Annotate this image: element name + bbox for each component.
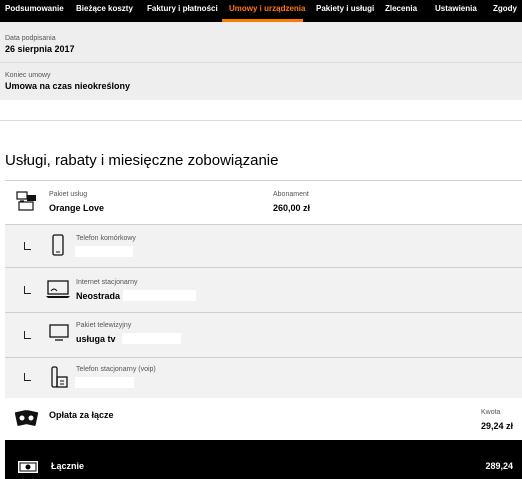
tree-connector [24,373,31,381]
nav-item-pakiety[interactable]: Pakiety i usługi [316,0,374,22]
section-divider [0,120,522,121]
contract-end-value: Umowa na czas nieokreślony [5,81,131,91]
nav-item-biezace-koszty[interactable]: Bieżące koszty [76,0,133,22]
tv-monitor-icon [16,191,36,211]
tree-connector [24,286,31,294]
tree-connector [24,331,31,339]
service-row-tv: Pakiet telewizyjny usługa tv [5,312,522,357]
nav-item-zlecenia[interactable]: Zlecenia [385,0,417,22]
total-bar: Łącznie 289,24 [5,440,522,479]
tv-value: usługa tv [76,334,116,344]
total-value: 289,24 [485,461,513,471]
amount-label: Kwota [481,409,501,416]
contract-end-label: Koniec umowy [5,72,51,79]
service-row-mobile: Telefon komórkowy [5,224,522,267]
main-navigation: Podsumowanie Bieżące koszty Faktury i pł… [0,0,522,22]
tv-icon [49,324,69,341]
package-value: Orange Love [49,203,105,213]
landline-label: Telefon stacjonarny (voip) [76,366,156,373]
nav-item-zgody[interactable]: Zgody [493,0,517,22]
mobile-label: Telefon komórkowy [76,235,136,242]
nav-item-podsumowanie[interactable]: Podsumowanie [5,0,64,22]
money-cards-icon [14,410,39,426]
internet-label: Internet stacjonarny [76,279,138,286]
connection-fee-row: Opłata za łącze Kwota 29,24 zł [5,398,522,440]
contract-info: Data podpisania 26 sierpnia 2017 Koniec … [0,22,522,100]
service-row-landline: Telefon stacjonarny (voip) [5,357,522,398]
service-row-internet: Internet stacjonarny Neostrada [5,267,522,312]
redacted-value [123,290,196,301]
signed-date-value: 26 sierpnia 2017 [5,44,75,54]
signed-date-label: Data podpisania [5,35,56,42]
internet-value: Neostrada [76,291,121,301]
nav-item-faktury[interactable]: Faktury i płatności [147,0,218,22]
total-label: Łącznie [51,461,85,471]
fee-label: Abonament [273,191,309,198]
redacted-value [122,333,181,344]
section-title: Usługi, rabaty i miesięczne zobowiązanie [5,152,279,169]
tree-connector [24,242,31,250]
banknote-icon [18,461,38,473]
redacted-value [75,246,133,257]
package-row: Pakiet usług Orange Love Abonament 260,0… [5,180,522,224]
tv-label: Pakiet telewizyjny [76,322,132,329]
info-divider [0,62,522,63]
mobile-phone-icon [52,234,64,256]
amount-value: 29,24 zł [481,421,514,431]
redacted-value [75,377,134,388]
laptop-icon [46,280,70,298]
fee-value: 260,00 zł [273,203,311,213]
landline-phone-icon [51,366,68,388]
connection-fee-label: Opłata za łącze [49,410,114,420]
nav-item-ustawienia[interactable]: Ustawienia [435,0,477,22]
package-label: Pakiet usług [49,191,88,198]
